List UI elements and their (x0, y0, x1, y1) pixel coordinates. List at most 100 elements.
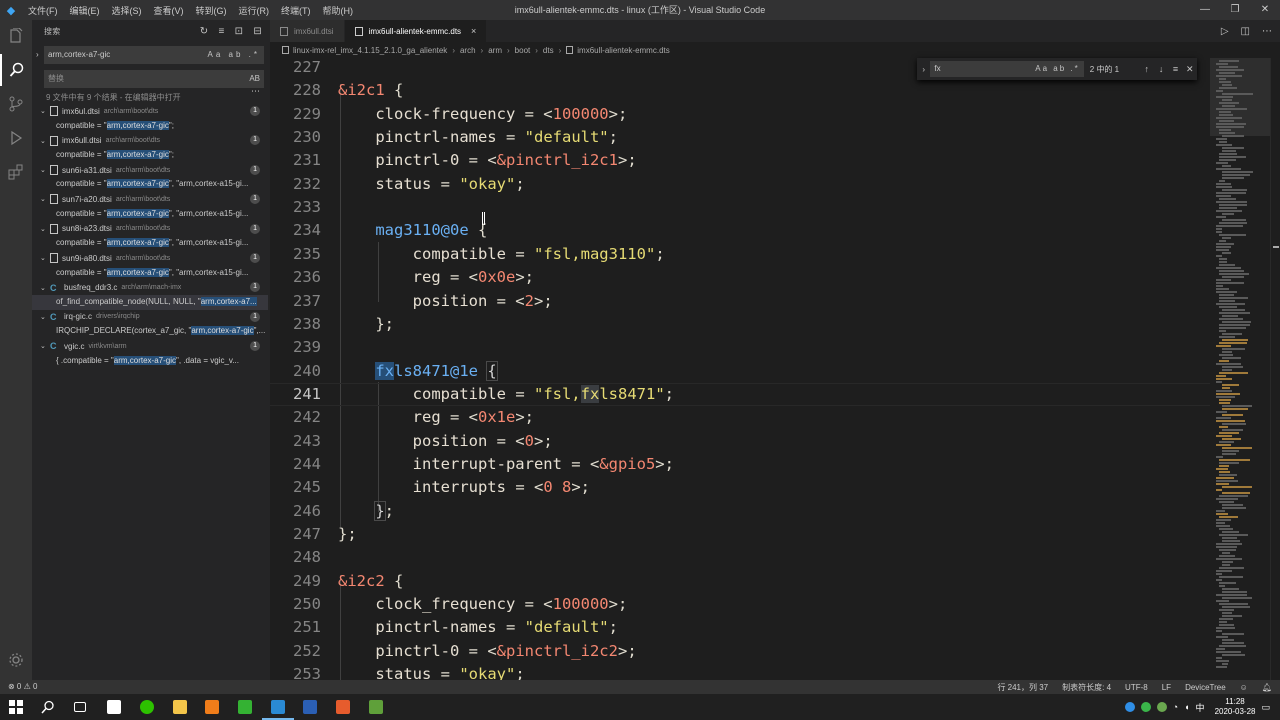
more-options-icon[interactable]: ⋯ (251, 86, 260, 97)
result-file-row[interactable]: ⌄ imx6ul.dtsi arch\arm\boot\dts 1 (32, 104, 270, 119)
breadcrumb-item[interactable]: arm (488, 46, 502, 55)
menu-go[interactable]: 转到(G) (190, 4, 233, 17)
cursor-position[interactable]: 行 241，列 37 (997, 682, 1048, 693)
search-icon[interactable] (0, 54, 32, 86)
replace-input[interactable]: 替换 AB (44, 70, 264, 88)
code-line[interactable]: 237 position = <2>; (270, 290, 1210, 313)
search-options[interactable]: Aa ab .* (208, 46, 260, 64)
chevron-down-icon[interactable]: ⌄ (40, 342, 50, 350)
vertical-scrollbar[interactable] (1270, 58, 1280, 680)
tab-imx6ull-dtsi[interactable]: imx6ull.dtsi (270, 20, 345, 42)
code-line[interactable]: 228 &i2c1 { (270, 79, 1210, 102)
notifications-icon[interactable]: 🔔︎ (1262, 683, 1272, 692)
close-tab-icon[interactable]: × (471, 26, 476, 36)
code-line[interactable]: 245 interrupts = <0 8>; (270, 476, 1210, 499)
toggle-replace-icon[interactable]: › (917, 65, 930, 74)
result-file-row[interactable]: ⌄ Cbusfreq_ddr3.c arch\arm\mach-imx 1 (32, 280, 270, 295)
open-in-editor-link[interactable]: 9 文件中有 9 个结果 - 在编辑器中打开 (46, 93, 181, 102)
minimize-button[interactable]: — (1190, 0, 1220, 20)
close-find-icon[interactable]: ✕ (1183, 64, 1197, 75)
notepad-app-icon[interactable] (366, 697, 386, 717)
clear-results-icon[interactable]: ≡ (218, 26, 224, 37)
menu-terminal[interactable]: 终端(T) (275, 4, 317, 17)
chevron-down-icon[interactable]: ⌄ (40, 313, 50, 321)
windows-start-icon[interactable] (6, 697, 26, 717)
result-match-row[interactable]: compatible = "arm,cortex-a7-gic", "arm,c… (32, 236, 268, 251)
source-control-icon[interactable] (0, 88, 32, 120)
orange-app-icon[interactable] (202, 697, 222, 717)
code-line[interactable]: 253 status = "okay"; (270, 663, 1210, 680)
code-line[interactable]: 246 }; (270, 500, 1210, 523)
minimap[interactable] (1210, 58, 1270, 680)
code-line[interactable]: 241 compatible = "fsl,fxls8471"; (270, 383, 1210, 406)
chevron-down-icon[interactable]: ⌄ (40, 254, 50, 262)
run-icon[interactable]: ▷ (1221, 26, 1229, 37)
run-debug-icon[interactable] (0, 122, 32, 154)
code-line[interactable]: 234 mag3110@0e { (270, 219, 1210, 242)
result-file-row[interactable]: ⌄ sun9i-a80.dtsi arch\arm\boot\dts 1 (32, 251, 270, 266)
network-tray-icon[interactable]: ◔ (1173, 702, 1178, 712)
wechat-tray-icon[interactable] (1140, 702, 1151, 712)
end-of-line[interactable]: LF (1162, 683, 1171, 692)
toggle-replace-chevron-icon[interactable]: › (36, 50, 39, 59)
code-line[interactable]: 249 &i2c2 { (270, 570, 1210, 593)
result-file-row[interactable]: ⌄ sun7i-a20.dtsi arch\arm\boot\dts 1 (32, 192, 270, 207)
result-file-row[interactable]: ⌄ sun6i-a31.dtsi arch\arm\boot\dts 1 (32, 163, 270, 178)
code-line[interactable]: 238 }; (270, 313, 1210, 336)
clock[interactable]: 11:28 2020-03-28 (1215, 697, 1256, 717)
tab-size[interactable]: 制表符长度: 4 (1062, 682, 1111, 693)
menu-view[interactable]: 查看(V) (148, 4, 190, 17)
result-match-row[interactable]: compatible = "arm,cortex-a7-gic", "arm,c… (32, 266, 268, 281)
menu-run[interactable]: 运行(R) (233, 4, 276, 17)
chevron-down-icon[interactable]: ⌄ (40, 195, 50, 203)
restore-button[interactable]: ❐ (1220, 0, 1250, 20)
next-match-icon[interactable]: ↓ (1154, 64, 1168, 74)
search-input[interactable]: arm,cortex-a7-gic Aa ab .* (44, 46, 264, 64)
menu-edit[interactable]: 编辑(E) (64, 4, 106, 17)
settings-gear-icon[interactable] (0, 644, 32, 676)
find-input[interactable]: fx Aa ab .* (930, 61, 1084, 77)
green-app-icon[interactable] (235, 697, 255, 717)
volume-tray-icon[interactable]: ◖ (1184, 702, 1189, 712)
result-match-row[interactable]: compatible = "arm,cortex-a7-gic", "arm,c… (32, 177, 268, 192)
breadcrumb-item[interactable]: dts (543, 46, 554, 55)
find-options[interactable]: Aa ab .* (1035, 61, 1079, 77)
split-editor-icon[interactable]: ◫ (1241, 26, 1250, 37)
result-file-row[interactable]: ⌄ Cvgic.c virt\kvm\arm 1 (32, 339, 270, 354)
vscode-taskbar-icon[interactable] (262, 697, 294, 720)
chevron-down-icon[interactable]: ⌄ (40, 225, 50, 233)
find-in-selection-icon[interactable]: ≡ (1168, 64, 1182, 74)
chevron-down-icon[interactable]: ⌄ (40, 137, 50, 145)
wechat-app-icon[interactable] (137, 697, 157, 717)
skype-tray-icon[interactable] (1124, 702, 1135, 712)
code-line[interactable]: 231 pinctrl-0 = <&pinctrl_i2c1>; (270, 149, 1210, 172)
result-match-row[interactable]: compatible = "arm,cortex-a7-gic"; (32, 148, 268, 163)
tab-imx6ull-alientek-emmc-dts[interactable]: imx6ull-alientek-emmc.dts × (344, 20, 488, 42)
code-line[interactable]: 248 (270, 546, 1210, 569)
file-explorer-icon[interactable] (170, 697, 190, 717)
scrollbar-thumb[interactable] (1273, 246, 1279, 248)
previous-match-icon[interactable]: ↑ (1140, 64, 1154, 74)
more-actions-icon[interactable]: ⋯ (1262, 26, 1272, 37)
code-line[interactable]: 240 fxls8471@1e { (270, 360, 1210, 383)
encoding[interactable]: UTF-8 (1125, 683, 1148, 692)
code-line[interactable]: 243 position = <0>; (270, 430, 1210, 453)
menu-file[interactable]: 文件(F) (22, 4, 64, 17)
code-line[interactable]: 242 reg = <0x1e>; (270, 406, 1210, 429)
camera-app-icon[interactable] (104, 697, 124, 717)
task-view-icon[interactable] (70, 697, 90, 717)
code-line[interactable]: 252 pinctrl-0 = <&pinctrl_i2c2>; (270, 640, 1210, 663)
breadcrumb-item[interactable]: linux-imx-rel_imx_4.1.15_2.1.0_ga_alient… (293, 46, 447, 55)
result-match-row[interactable]: compatible = "arm,cortex-a7-gic", "arm,c… (32, 207, 268, 222)
code-editor[interactable]: 227 228 &i2c1 {229 clock-frequency = <1000… (270, 58, 1210, 680)
chevron-down-icon[interactable]: ⌄ (40, 166, 50, 174)
code-line[interactable]: 239 (270, 336, 1210, 359)
collapse-all-icon[interactable]: ⊟ (253, 26, 262, 37)
chevron-down-icon[interactable]: ⌄ (40, 284, 50, 292)
result-file-row[interactable]: ⌄ Cirq-gic.c drivers\irqchip 1 (32, 310, 270, 325)
code-line[interactable]: 230 pinctrl-names = "default"; (270, 126, 1210, 149)
tray-app-icon[interactable] (1156, 702, 1167, 712)
breadcrumb-item[interactable]: boot (515, 46, 531, 55)
red-app-icon[interactable] (333, 697, 353, 717)
extensions-icon[interactable] (0, 156, 32, 188)
